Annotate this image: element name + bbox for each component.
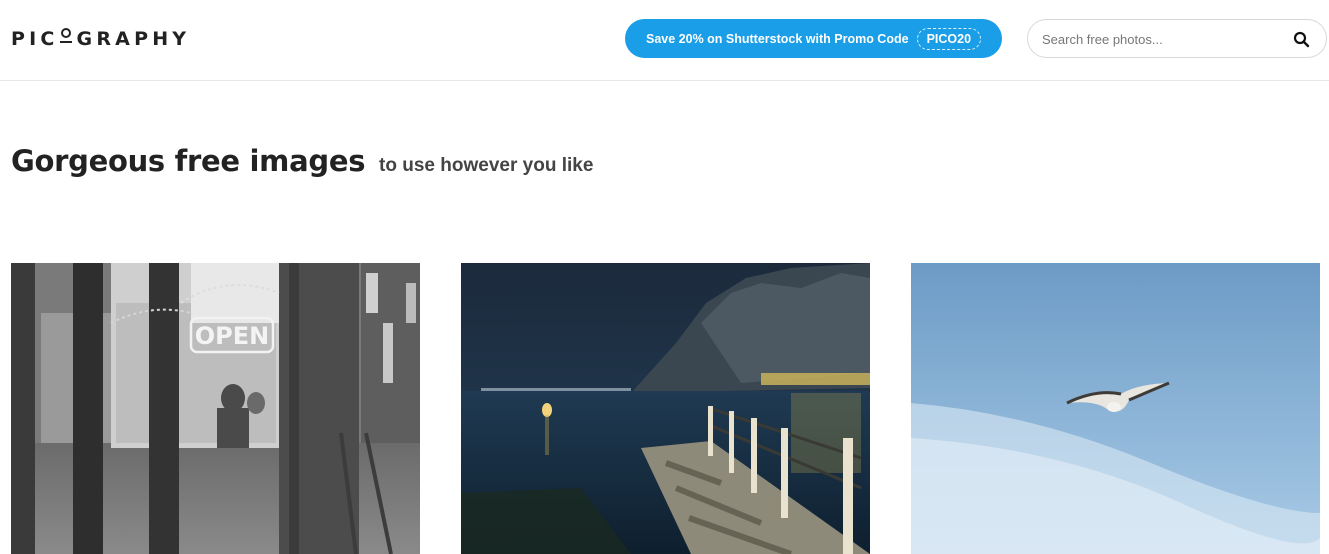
promo-label: Save 20% on Shutterstock with Promo Code bbox=[646, 31, 909, 46]
seagull-photo-image bbox=[911, 263, 1320, 554]
cafe-photo-image: OPEN bbox=[11, 263, 420, 554]
site-header: PIC GRAPHY Save 20% on Shutterstock with … bbox=[0, 0, 1329, 81]
photo-card-seagull[interactable] bbox=[911, 263, 1320, 554]
promo-banner-button[interactable]: Save 20% on Shutterstock with Promo Code… bbox=[625, 19, 1002, 58]
pier-photo-image bbox=[461, 263, 870, 554]
logo-o-mark-icon bbox=[59, 28, 73, 46]
promo-code-badge: PICO20 bbox=[916, 27, 982, 50]
headline-subtitle: to use however you like bbox=[379, 155, 594, 176]
headline-title: Gorgeous free images bbox=[11, 144, 366, 178]
photo-card-cafe[interactable]: OPEN bbox=[11, 263, 420, 554]
open-sign-text: OPEN bbox=[195, 322, 269, 350]
page-headline: Gorgeous free images to use however you … bbox=[11, 142, 593, 179]
search-icon[interactable] bbox=[1293, 31, 1310, 48]
site-logo[interactable]: PIC GRAPHY bbox=[11, 28, 190, 50]
photo-card-pier[interactable] bbox=[461, 263, 870, 554]
search-bar bbox=[1027, 19, 1327, 58]
search-input[interactable] bbox=[1042, 29, 1282, 49]
